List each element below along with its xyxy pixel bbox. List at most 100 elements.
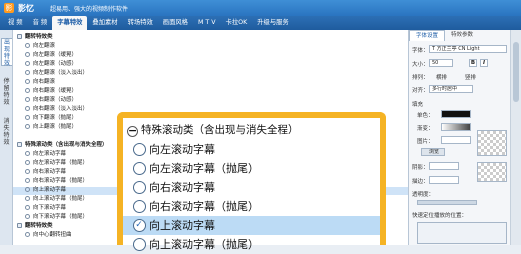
menu-bar: 视 频音 频字幕特效 叠加素材 转场特效 画面风格 M T V 卡拉OK 升级与服务 [0,16,521,30]
menu-item-2[interactable]: 字幕特效 [52,16,88,30]
side-tabs: 出现特效 停留特效 消失特效 [0,30,13,245]
horizontal-option[interactable]: 横排 [436,73,447,81]
menu-item-8[interactable]: 升级与服务 [252,16,293,30]
tree-row-label: 翻转特效类 [25,223,53,229]
radio-icon[interactable] [25,205,30,210]
expand-icon[interactable] [17,34,22,39]
radio-icon[interactable] [133,181,146,194]
side-tab-stay[interactable]: 停留特效 [1,78,12,106]
shadow-preview [477,162,507,182]
tree-row[interactable]: 向左翻滚（淡入淡出） [13,70,408,78]
tree-row[interactable]: 向左翻滚 [13,43,408,51]
radio-icon[interactable] [25,196,30,201]
radio-icon[interactable] [25,187,30,192]
menu-item-3[interactable]: 叠加素材 [87,16,122,30]
tree-row[interactable]: 向左翻滚（缓晃） [13,52,408,60]
radio-icon[interactable] [133,143,146,156]
callout-row[interactable]: ✓ 向上滚动字幕 [123,216,380,235]
shadow-select[interactable] [429,162,459,170]
menu-item-0[interactable]: 视 频 [3,16,28,30]
opacity-slider[interactable] [417,200,477,205]
radio-icon[interactable] [25,160,30,165]
callout-row[interactable]: 向右滚动字幕（抛尾） [123,197,380,216]
size-input[interactable]: 50 [429,59,453,67]
vertical-option[interactable]: 竖排 [465,73,476,81]
bold-button[interactable]: B [469,59,477,67]
radio-icon[interactable] [25,88,30,93]
menu-item-7[interactable]: 卡拉OK [221,16,253,30]
radio-icon[interactable] [25,232,30,237]
tree-row-label: 向左翻滚（缓晃） [33,52,78,58]
tab-effect-params[interactable]: 特效参数 [445,30,479,41]
side-tab-appear[interactable]: 出现特效 [1,38,12,67]
menu-item-6[interactable]: M T V [193,16,221,30]
radio-icon[interactable] [133,162,146,175]
radio-icon[interactable] [25,115,30,120]
expand-icon[interactable] [17,142,22,147]
menu-item-1[interactable]: 音 频 [28,16,53,30]
radio-icon[interactable] [25,106,30,111]
callout-row-label: 向右滚动字幕（抛尾） [149,200,259,213]
radio-icon[interactable] [133,200,146,213]
align-select[interactable]: 多行时居中 [429,85,473,93]
gradient-label[interactable]: 渐变： [417,124,434,132]
opacity-label: 透明度： [412,192,435,198]
collapse-icon[interactable]: − [127,125,138,137]
radio-icon[interactable] [25,124,30,129]
right-panel: 字体设置 特效参数 字体： T 方正兰亭 CN Light 大小： 50 B I… [408,30,510,245]
italic-button[interactable]: I [480,59,488,67]
radio-icon[interactable] [25,151,30,156]
tree-row-label: 向上翻滚（抛尾） [33,124,78,130]
font-select[interactable]: T 方正兰亭 CN Light [429,45,507,53]
expand-icon[interactable] [17,223,22,228]
callout-header[interactable]: − 特殊滚动类（含出现与消失全程） [127,122,299,137]
callout-row-label: 向上滚动字幕 [149,219,215,232]
gradient-swatch[interactable] [441,123,471,131]
tree-row[interactable]: 向右翻滚（缓晃） [13,88,408,96]
tree-group[interactable]: 翻转特效类 [13,34,408,42]
color-swatch[interactable] [441,110,471,118]
callout-row[interactable]: 向左滚动字幕 [123,140,380,159]
app-name: 影忆 [18,4,34,13]
quick-locate-area[interactable] [417,222,507,244]
side-tab-disappear[interactable]: 消失特效 [1,118,12,146]
tree-row-label: 向右翻滚（淡入淡出） [33,106,89,112]
tree-row[interactable]: 向右翻滚 [13,79,408,87]
tree-row[interactable]: 向右翻滚（动感） [13,97,408,105]
radio-icon[interactable] [25,43,30,48]
radio-icon[interactable] [25,79,30,84]
browse-button[interactable]: 浏览 [421,148,445,156]
radio-icon[interactable] [25,70,30,75]
radio-icon[interactable] [25,178,30,183]
layout-label: 排列： [412,75,429,81]
tree-row-label: 向上滚动字幕 [33,187,67,193]
menu-item-5[interactable]: 画面风格 [158,16,193,30]
tree-row[interactable]: 向左翻滚（动感） [13,61,408,69]
color-label[interactable]: 单色： [417,111,434,119]
image-field[interactable] [441,136,471,144]
stroke-label: 描边： [412,179,429,185]
callout-row[interactable]: 向左滚动字幕（抛尾） [123,159,380,178]
scrollbar[interactable] [510,30,521,245]
font-label: 字体： [412,48,429,54]
callout-row-label: 向左滚动字幕（抛尾） [149,162,259,175]
radio-icon[interactable] [25,61,30,66]
stroke-select[interactable] [429,176,459,184]
radio-icon[interactable] [25,52,30,57]
menu-item-4[interactable]: 转场特效 [123,16,158,30]
fill-label: 填充 [412,102,424,108]
tab-font-settings[interactable]: 字体设置 [409,30,446,41]
image-label[interactable]: 图片： [417,137,434,145]
tree-row-label: 向上滚动字幕（抛尾） [33,196,89,202]
callout-row-label: 向右滚动字幕 [149,181,215,194]
scrollbar-thumb[interactable] [513,42,519,102]
radio-icon[interactable] [25,214,30,219]
tree-row-label: 向左翻滚（淡入淡出） [33,70,89,76]
callout-row[interactable]: 向右滚动字幕 [123,178,380,197]
radio-icon[interactable] [25,97,30,102]
shadow-label: 阴影： [412,165,429,171]
radio-icon[interactable] [25,169,30,174]
align-label: 对齐： [412,88,429,94]
checked-radio-icon[interactable]: ✓ [133,219,146,232]
tree-row-label: 向中心翻转扭曲 [33,232,72,238]
